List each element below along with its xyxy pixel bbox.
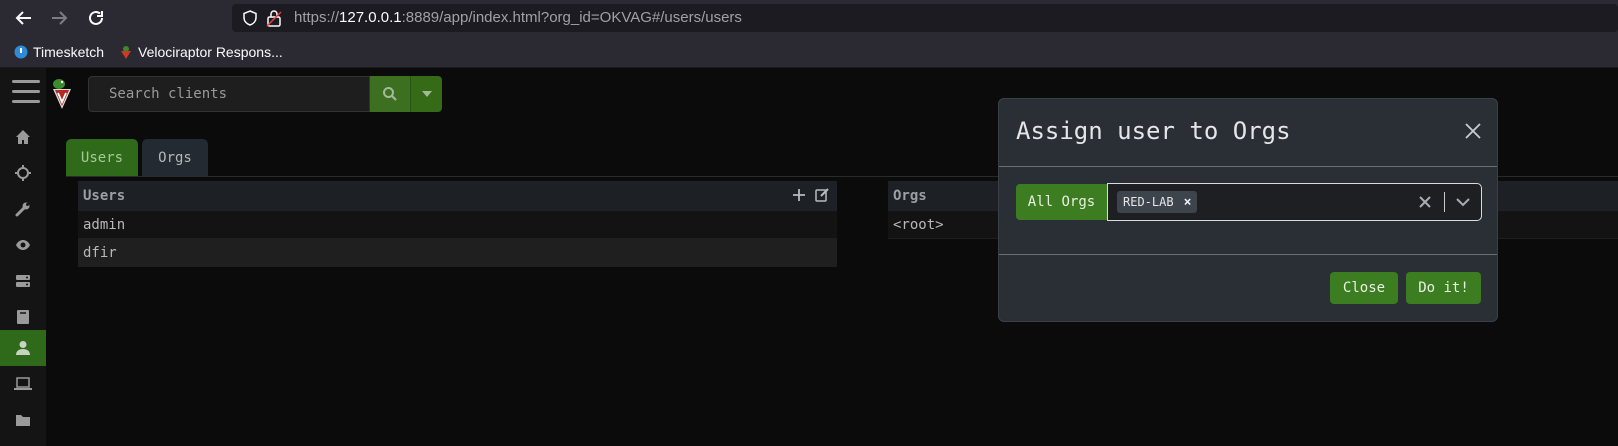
tab-users[interactable]: Users (66, 139, 138, 176)
forward-icon[interactable] (47, 6, 71, 30)
velociraptor-app: Users Orgs Users admin dfir Orgs <root> … (0, 68, 1618, 446)
modal-header-divider (999, 166, 1497, 167)
users-panel-header: Users (78, 181, 837, 211)
tab-orgs[interactable]: Orgs (142, 139, 208, 176)
reload-icon[interactable] (84, 6, 108, 30)
lock-insecure-icon[interactable] (266, 9, 282, 27)
select-divider (1444, 192, 1445, 212)
orgs-header-label: Orgs (893, 188, 927, 204)
timesketch-icon (14, 45, 28, 59)
search-button[interactable] (370, 76, 410, 112)
modal-title: Assign user to Orgs (1016, 117, 1291, 145)
sidebar (0, 68, 46, 446)
search-dropdown-button[interactable] (410, 76, 442, 112)
caret-down-icon (421, 91, 432, 97)
crosshair-icon[interactable] (0, 155, 46, 191)
wrench-icon[interactable] (0, 191, 46, 227)
bookmark-label: Timesketch (33, 44, 105, 60)
users-panel: Users admin dfir (78, 181, 837, 267)
bookmarks-bar: Timesketch Velociraptor Respons... (0, 36, 1618, 68)
user-row[interactable]: admin (78, 211, 837, 239)
eye-icon[interactable] (0, 227, 46, 263)
search-input[interactable] (88, 76, 370, 112)
user-row[interactable]: dfir (78, 239, 837, 267)
browser-toolbar: https://127.0.0.1:8889/app/index.html?or… (0, 0, 1618, 36)
velociraptor-logo[interactable] (50, 77, 74, 111)
add-user-icon[interactable] (792, 188, 806, 202)
url-host: 127.0.0.1 (339, 9, 402, 26)
bookmark-velociraptor[interactable]: Velociraptor Respons... (119, 43, 283, 61)
close-icon[interactable] (1463, 121, 1483, 141)
back-icon[interactable] (12, 6, 36, 30)
assign-orgs-modal: Assign user to Orgs All Orgs RED-LAB × C… (998, 98, 1498, 322)
user-icon[interactable] (0, 330, 46, 366)
close-button[interactable]: Close (1330, 272, 1398, 304)
bookmark-timesketch[interactable]: Timesketch (14, 43, 104, 61)
address-bar[interactable]: https://127.0.0.1:8889/app/index.html?or… (232, 4, 1618, 32)
orgs-select[interactable]: RED-LAB × (1107, 183, 1482, 221)
shield-icon[interactable] (242, 10, 258, 26)
folder-icon[interactable] (0, 402, 46, 438)
search-icon (383, 87, 397, 101)
org-chip-label: RED-LAB (1123, 195, 1174, 209)
org-chip: RED-LAB × (1117, 191, 1198, 213)
velociraptor-icon (121, 46, 131, 59)
clear-icon[interactable] (1416, 193, 1434, 211)
client-search (88, 76, 442, 112)
url-scheme: https:// (294, 9, 340, 26)
all-orgs-button[interactable]: All Orgs (1016, 184, 1107, 220)
users-header-label: Users (83, 188, 126, 204)
server-icon[interactable] (0, 263, 46, 299)
chevron-down-icon[interactable] (1454, 193, 1472, 211)
laptop-icon[interactable] (0, 366, 46, 402)
modal-footer-divider (999, 254, 1497, 255)
home-icon[interactable] (0, 119, 46, 155)
url-path: :8889/app/index.html?org_id=OKVAG#/users… (401, 9, 742, 26)
url-text: https://127.0.0.1:8889/app/index.html?or… (294, 9, 742, 26)
edit-icon[interactable] (815, 188, 829, 202)
bookmark-label: Velociraptor Respons... (138, 44, 283, 60)
do-it-button[interactable]: Do it! (1406, 272, 1481, 304)
remove-chip-icon[interactable]: × (1184, 195, 1192, 210)
menu-icon[interactable] (12, 80, 40, 104)
